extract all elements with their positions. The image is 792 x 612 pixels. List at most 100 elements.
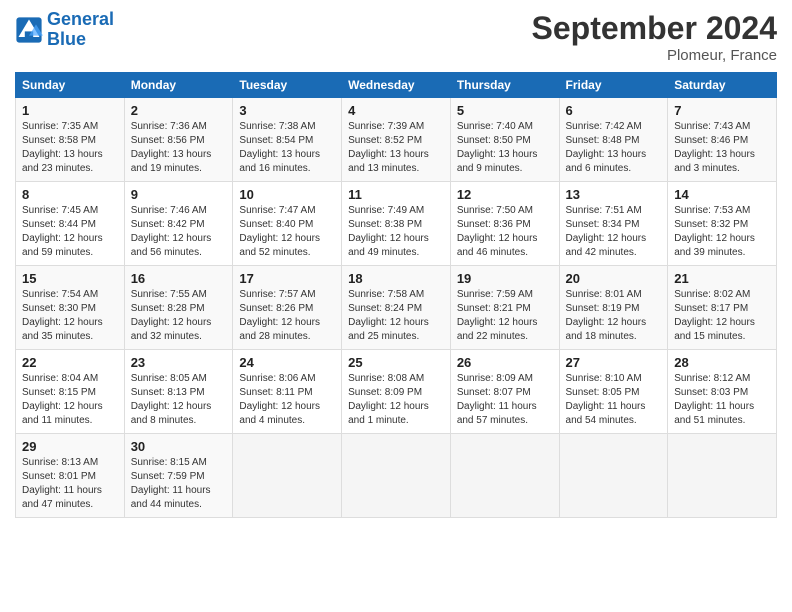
col-header-monday: Monday bbox=[124, 73, 233, 98]
day-number: 16 bbox=[131, 271, 227, 286]
calendar-cell: 1 Sunrise: 7:35 AMSunset: 8:58 PMDaylight… bbox=[16, 98, 125, 182]
day-info: Sunrise: 7:58 AMSunset: 8:24 PMDaylight:… bbox=[348, 288, 444, 344]
day-number: 19 bbox=[457, 271, 553, 286]
calendar-cell: 15 Sunrise: 7:54 AMSunset: 8:30 PMDayligh… bbox=[16, 266, 125, 350]
day-info: Sunrise: 8:05 AMSunset: 8:13 PMDaylight:… bbox=[131, 372, 227, 428]
day-number: 26 bbox=[457, 355, 553, 370]
day-info: Sunrise: 7:55 AMSunset: 8:28 PMDaylight:… bbox=[131, 288, 227, 344]
day-number: 6 bbox=[566, 103, 662, 118]
month-title: September 2024 bbox=[532, 10, 777, 47]
calendar-cell: 10 Sunrise: 7:47 AMSunset: 8:40 PMDayligh… bbox=[233, 182, 342, 266]
day-number: 8 bbox=[22, 187, 118, 202]
day-number: 18 bbox=[348, 271, 444, 286]
day-info: Sunrise: 7:59 AMSunset: 8:21 PMDaylight:… bbox=[457, 288, 553, 344]
calendar-week-row: 15 Sunrise: 7:54 AMSunset: 8:30 PMDayligh… bbox=[16, 266, 777, 350]
day-number: 7 bbox=[674, 103, 770, 118]
day-info: Sunrise: 7:42 AMSunset: 8:48 PMDaylight:… bbox=[566, 120, 662, 176]
calendar-cell: 28 Sunrise: 8:12 AMSunset: 8:03 PMDayligh… bbox=[668, 350, 777, 434]
day-number: 30 bbox=[131, 439, 227, 454]
day-info: Sunrise: 7:46 AMSunset: 8:42 PMDaylight:… bbox=[131, 204, 227, 260]
day-number: 1 bbox=[22, 103, 118, 118]
day-info: Sunrise: 8:08 AMSunset: 8:09 PMDaylight:… bbox=[348, 372, 444, 428]
day-info: Sunrise: 7:39 AMSunset: 8:52 PMDaylight:… bbox=[348, 120, 444, 176]
calendar-table: SundayMondayTuesdayWednesdayThursdayFrid… bbox=[15, 72, 777, 518]
day-number: 11 bbox=[348, 187, 444, 202]
day-info: Sunrise: 8:15 AMSunset: 7:59 PMDaylight:… bbox=[131, 456, 227, 512]
calendar-cell: 19 Sunrise: 7:59 AMSunset: 8:21 PMDayligh… bbox=[450, 266, 559, 350]
calendar-cell bbox=[559, 434, 668, 518]
day-info: Sunrise: 7:40 AMSunset: 8:50 PMDaylight:… bbox=[457, 120, 553, 176]
day-info: Sunrise: 8:06 AMSunset: 8:11 PMDaylight:… bbox=[239, 372, 335, 428]
day-info: Sunrise: 8:13 AMSunset: 8:01 PMDaylight:… bbox=[22, 456, 118, 512]
col-header-sunday: Sunday bbox=[16, 73, 125, 98]
calendar-cell: 3Sunrise: 7:38 AMSunset: 8:54 PMDaylight… bbox=[233, 98, 342, 182]
day-number: 23 bbox=[131, 355, 227, 370]
calendar-cell: 2 Sunrise: 7:36 AMSunset: 8:56 PMDaylight… bbox=[124, 98, 233, 182]
location: Plomeur, France bbox=[532, 47, 777, 64]
calendar-week-row: 1 Sunrise: 7:35 AMSunset: 8:58 PMDaylight… bbox=[16, 98, 777, 182]
calendar-cell bbox=[668, 434, 777, 518]
col-header-tuesday: Tuesday bbox=[233, 73, 342, 98]
day-number: 28 bbox=[674, 355, 770, 370]
calendar-cell: 27Sunrise: 8:10 AMSunset: 8:05 PMDayligh… bbox=[559, 350, 668, 434]
calendar-cell: 30 Sunrise: 8:15 AMSunset: 7:59 PMDayligh… bbox=[124, 434, 233, 518]
day-number: 15 bbox=[22, 271, 118, 286]
calendar-cell: 24 Sunrise: 8:06 AMSunset: 8:11 PMDayligh… bbox=[233, 350, 342, 434]
calendar-cell: 20 Sunrise: 8:01 AMSunset: 8:19 PMDayligh… bbox=[559, 266, 668, 350]
day-number: 10 bbox=[239, 187, 335, 202]
day-info: Sunrise: 7:51 AMSunset: 8:34 PMDaylight:… bbox=[566, 204, 662, 260]
calendar-cell bbox=[450, 434, 559, 518]
day-number: 13 bbox=[566, 187, 662, 202]
calendar-cell: 18 Sunrise: 7:58 AMSunset: 8:24 PMDayligh… bbox=[342, 266, 451, 350]
day-info: Sunrise: 7:53 AMSunset: 8:32 PMDaylight:… bbox=[674, 204, 770, 260]
day-number: 25 bbox=[348, 355, 444, 370]
calendar-cell: 4 Sunrise: 7:39 AMSunset: 8:52 PMDaylight… bbox=[342, 98, 451, 182]
calendar-cell: 16 Sunrise: 7:55 AMSunset: 8:28 PMDayligh… bbox=[124, 266, 233, 350]
day-info: Sunrise: 7:36 AMSunset: 8:56 PMDaylight:… bbox=[131, 120, 227, 176]
col-header-saturday: Saturday bbox=[668, 73, 777, 98]
day-number: 27 bbox=[566, 355, 662, 370]
col-header-thursday: Thursday bbox=[450, 73, 559, 98]
day-number: 20 bbox=[566, 271, 662, 286]
day-info: Sunrise: 7:43 AMSunset: 8:46 PMDaylight:… bbox=[674, 120, 770, 176]
calendar-cell: 9 Sunrise: 7:46 AMSunset: 8:42 PMDaylight… bbox=[124, 182, 233, 266]
day-info: Sunrise: 7:47 AMSunset: 8:40 PMDaylight:… bbox=[239, 204, 335, 260]
col-header-friday: Friday bbox=[559, 73, 668, 98]
calendar-page: General Blue September 2024 Plomeur, Fra… bbox=[0, 0, 792, 612]
page-header: General Blue September 2024 Plomeur, Fra… bbox=[15, 10, 777, 64]
day-number: 2 bbox=[131, 103, 227, 118]
day-number: 9 bbox=[131, 187, 227, 202]
day-number: 3 bbox=[239, 103, 335, 118]
day-number: 5 bbox=[457, 103, 553, 118]
day-info: Sunrise: 8:02 AMSunset: 8:17 PMDaylight:… bbox=[674, 288, 770, 344]
calendar-cell: 29 Sunrise: 8:13 AMSunset: 8:01 PMDayligh… bbox=[16, 434, 125, 518]
day-info: Sunrise: 7:57 AMSunset: 8:26 PMDaylight:… bbox=[239, 288, 335, 344]
header-row: SundayMondayTuesdayWednesdayThursdayFrid… bbox=[16, 73, 777, 98]
calendar-cell: 26 Sunrise: 8:09 AMSunset: 8:07 PMDayligh… bbox=[450, 350, 559, 434]
day-info: Sunrise: 8:09 AMSunset: 8:07 PMDaylight:… bbox=[457, 372, 553, 428]
day-number: 4 bbox=[348, 103, 444, 118]
calendar-week-row: 8Sunrise: 7:45 AMSunset: 8:44 PMDaylight… bbox=[16, 182, 777, 266]
day-number: 12 bbox=[457, 187, 553, 202]
day-info: Sunrise: 7:49 AMSunset: 8:38 PMDaylight:… bbox=[348, 204, 444, 260]
calendar-cell bbox=[233, 434, 342, 518]
day-number: 14 bbox=[674, 187, 770, 202]
day-info: Sunrise: 8:01 AMSunset: 8:19 PMDaylight:… bbox=[566, 288, 662, 344]
logo-icon bbox=[15, 16, 43, 44]
calendar-week-row: 22 Sunrise: 8:04 AMSunset: 8:15 PMDayligh… bbox=[16, 350, 777, 434]
day-info: Sunrise: 8:04 AMSunset: 8:15 PMDaylight:… bbox=[22, 372, 118, 428]
day-number: 29 bbox=[22, 439, 118, 454]
logo: General Blue bbox=[15, 10, 114, 50]
calendar-cell: 14 Sunrise: 7:53 AMSunset: 8:32 PMDayligh… bbox=[668, 182, 777, 266]
day-info: Sunrise: 8:12 AMSunset: 8:03 PMDaylight:… bbox=[674, 372, 770, 428]
title-block: September 2024 Plomeur, France bbox=[532, 10, 777, 64]
day-number: 24 bbox=[239, 355, 335, 370]
calendar-cell: 7 Sunrise: 7:43 AMSunset: 8:46 PMDaylight… bbox=[668, 98, 777, 182]
day-info: Sunrise: 7:54 AMSunset: 8:30 PMDaylight:… bbox=[22, 288, 118, 344]
calendar-cell: 17Sunrise: 7:57 AMSunset: 8:26 PMDayligh… bbox=[233, 266, 342, 350]
calendar-cell: 23 Sunrise: 8:05 AMSunset: 8:13 PMDayligh… bbox=[124, 350, 233, 434]
day-info: Sunrise: 7:35 AMSunset: 8:58 PMDaylight:… bbox=[22, 120, 118, 176]
calendar-cell: 21Sunrise: 8:02 AMSunset: 8:17 PMDayligh… bbox=[668, 266, 777, 350]
day-number: 22 bbox=[22, 355, 118, 370]
logo-blue: Blue bbox=[47, 29, 86, 49]
